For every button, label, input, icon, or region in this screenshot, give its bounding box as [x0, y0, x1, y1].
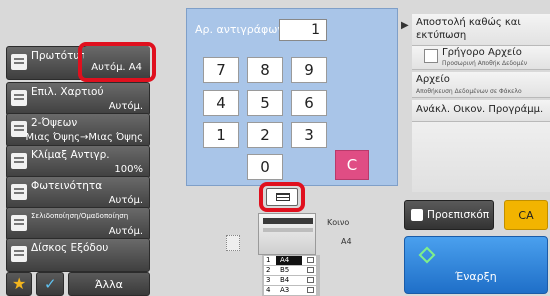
sidebar-empty-area — [412, 122, 550, 192]
diamond-start-icon — [418, 246, 436, 264]
tray-level-icon — [307, 287, 314, 293]
recall-program-button[interactable]: Ανάκλ. Οικον. Προγράμμ. — [412, 100, 550, 122]
highlight-frame-originals — [78, 42, 156, 82]
favorite-button[interactable]: ★ — [6, 272, 32, 296]
collapse-sidebar-button[interactable]: ▶ — [398, 14, 412, 44]
tray-row[interactable]: 2 B5 — [264, 266, 316, 275]
checkmark-icon: ✓ — [44, 275, 57, 293]
tray-number: 1 — [266, 256, 271, 264]
exposure-value: Αυτόμ. — [108, 195, 143, 206]
exposure-icon — [11, 184, 27, 200]
duplex-value: Μιας Όψης→Μιας Όψης — [25, 132, 143, 143]
plain-paper-label: Κοινο — [327, 218, 350, 227]
copy-ratio-button[interactable]: Κλίμαξ Αντιγρ. 100% — [6, 145, 150, 179]
start-label: Έναρξη — [455, 270, 497, 283]
exposure-label: Φωτεινότητα — [31, 180, 103, 192]
plain-paper-size: A4 — [341, 237, 352, 246]
star-icon: ★ — [12, 274, 27, 293]
send-and-print-label: Αποστολή καθώς και εκτύπωση — [416, 17, 521, 41]
duplex-button[interactable]: 2-Όψεων Μιας Όψης→Μιας Όψης — [6, 113, 150, 147]
key-1[interactable]: 1 — [203, 122, 239, 148]
start-button[interactable]: Έναρξη — [404, 236, 548, 294]
key-4[interactable]: 4 — [203, 90, 239, 116]
key-2[interactable]: 2 — [247, 122, 283, 148]
recall-program-label: Ανάκλ. Οικον. Προγράμμ. — [416, 104, 544, 115]
paper-select-label: Επιλ. Χαρτιού — [31, 86, 104, 98]
collate-value: Αυτόμ. — [108, 226, 143, 237]
collate-icon — [11, 215, 27, 231]
copy-ratio-value: 100% — [114, 164, 143, 175]
quick-file-checkbox[interactable] — [424, 49, 438, 63]
tray-number: 4 — [266, 286, 271, 294]
key-0[interactable]: 0 — [247, 154, 283, 180]
copy-ratio-label: Κλίμαξ Αντιγρ. — [31, 149, 110, 161]
copies-label: Αρ. αντιγράφων — [195, 23, 284, 36]
chevron-right-icon: ▶ — [401, 20, 409, 31]
output-tray-label: Δίσκος Εξόδου — [31, 242, 109, 254]
copy-screen: Πρωτότυπο Αυτόμ. A4 Επιλ. Χαρτιού Αυτόμ.… — [0, 0, 550, 296]
quick-file-sub: Προσωρινή Αποθήκ Δεδομέν — [442, 60, 528, 67]
tray-level-icon — [307, 257, 314, 263]
preview-label: Προεπισκόπ — [427, 209, 490, 221]
exposure-button[interactable]: Φωτεινότητα Αυτόμ. — [6, 176, 150, 210]
tray-row[interactable]: 4 A3 — [264, 286, 316, 295]
file-button[interactable]: Αρχείο Αποθήκευση Δεδομένων σε Φάκελο — [412, 72, 550, 98]
send-and-print-button[interactable]: Αποστολή καθώς και εκτύπωση — [412, 14, 550, 46]
tray-size: A3 — [280, 286, 290, 294]
tray-size: B5 — [280, 266, 290, 274]
highlight-frame-panel-toggle — [259, 182, 305, 212]
preview-button[interactable]: Προεπισκόπ — [404, 200, 494, 230]
key-7[interactable]: 7 — [203, 57, 239, 83]
copies-input[interactable]: 1 — [279, 19, 327, 41]
key-9[interactable]: 9 — [291, 57, 327, 83]
duplex-label: 2-Όψεων — [31, 117, 78, 129]
tray-row[interactable]: 1 A4 — [264, 256, 316, 265]
collate-button[interactable]: Σελιδοποίηση/Ομαδοποίηση Αυτόμ. — [6, 207, 150, 241]
ca-button[interactable]: CA — [504, 200, 548, 230]
quick-file-button[interactable]: Γρήγορο Αρχείο Προσωρινή Αποθήκ Δεδομέν — [412, 46, 550, 70]
checkmark-button[interactable]: ✓ — [36, 272, 64, 296]
collate-label: Σελιδοποίηση/Ομαδοποίηση — [31, 212, 129, 220]
key-5[interactable]: 5 — [247, 90, 283, 116]
preview-icon — [411, 209, 423, 221]
key-8[interactable]: 8 — [247, 57, 283, 83]
tray-list: 1 A4 2 B5 3 B4 4 A3 — [262, 255, 320, 296]
file-label: Αρχείο — [416, 74, 450, 85]
key-3[interactable]: 3 — [291, 122, 327, 148]
key-6[interactable]: 6 — [291, 90, 327, 116]
output-tray-button[interactable]: Δίσκος Εξόδου — [6, 238, 150, 272]
tray-level-icon — [307, 277, 314, 283]
others-label: Άλλα — [95, 278, 123, 291]
paper-select-button[interactable]: Επιλ. Χαρτιού Αυτόμ. — [6, 82, 150, 116]
machine-illustration — [258, 213, 316, 255]
quick-file-label: Γρήγορο Αρχείο — [442, 47, 522, 58]
tray-size: A4 — [276, 256, 302, 265]
original-icon — [11, 54, 27, 70]
ca-label: CA — [518, 209, 534, 222]
tray-level-icon — [307, 267, 314, 273]
copies-stack-icon — [226, 235, 240, 251]
others-button[interactable]: Άλλα — [68, 272, 150, 296]
tray-number: 3 — [266, 276, 271, 284]
tray-row[interactable]: 3 B4 — [264, 276, 316, 285]
copies-value: 1 — [311, 22, 320, 38]
tray-number: 2 — [266, 266, 271, 274]
copies-keypad-panel: Αρ. αντιγράφων 1 7 8 9 4 5 6 1 2 3 0 C — [186, 8, 398, 186]
zoom-icon — [11, 153, 27, 169]
paper-icon — [11, 90, 27, 106]
paper-select-value: Αυτόμ. — [108, 101, 143, 112]
clear-key[interactable]: C — [335, 150, 369, 180]
tray-size: B4 — [280, 276, 290, 284]
output-tray-icon — [11, 246, 27, 262]
file-sub: Αποθήκευση Δεδομένων σε Φάκελο — [416, 88, 522, 95]
